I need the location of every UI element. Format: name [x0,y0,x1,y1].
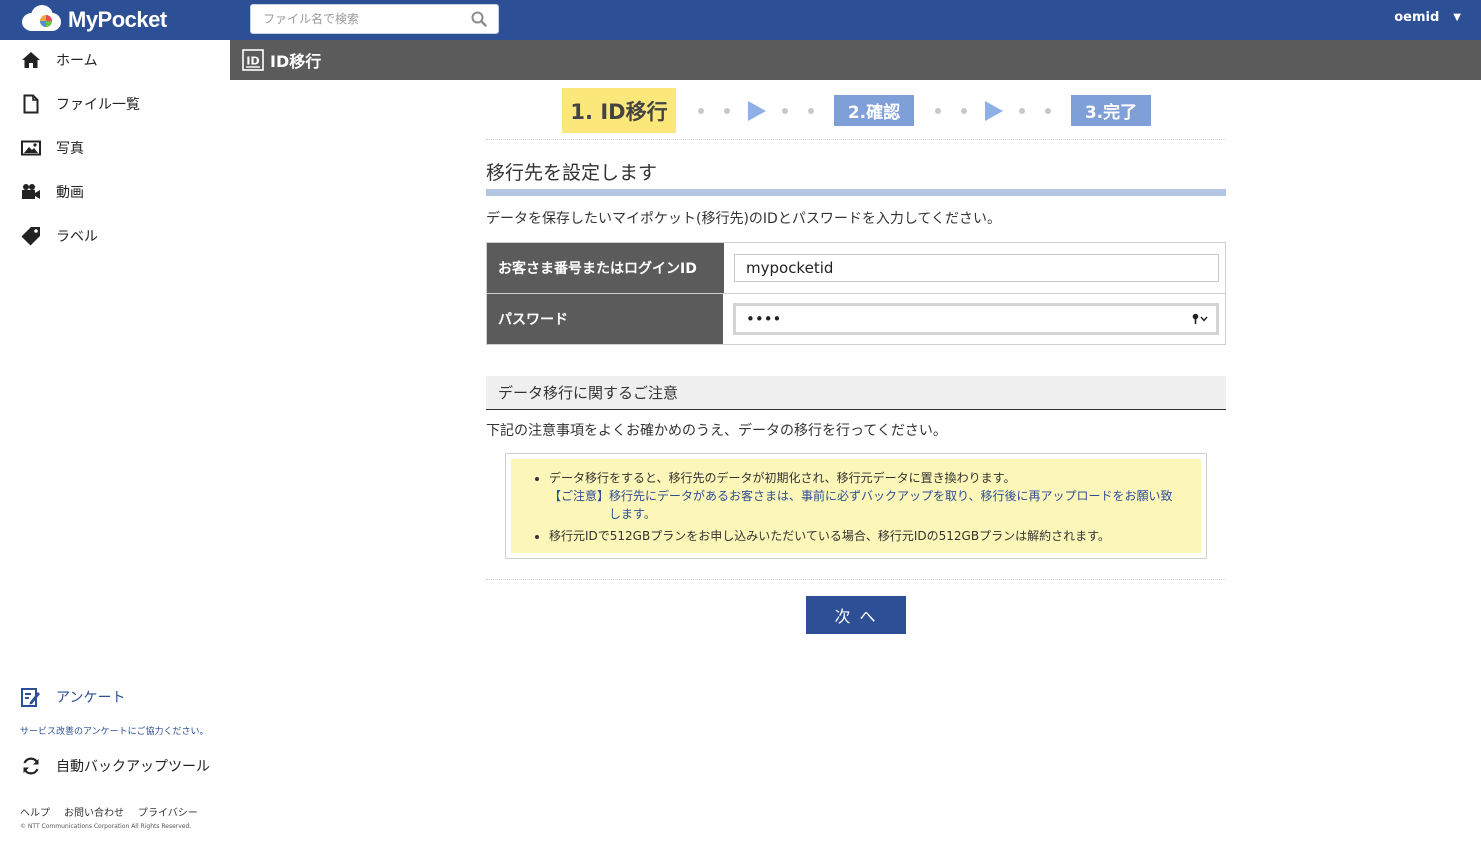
login-id-label: お客さま番号またはログインID [487,243,724,293]
intro-text: データを保存したいマイポケット(移行先)のIDとパスワードを入力してください。 [486,211,1001,227]
step-indicator: 1. ID移行 2.確認 3.完了 [486,88,1226,134]
step-dot [1019,108,1025,114]
step-3: 3.完了 [1071,95,1151,126]
step-dot [782,108,788,114]
file-icon [20,93,42,115]
caret-down-icon: ▼ [1453,11,1461,23]
page-title: ID移行 [270,52,322,71]
sidebar-item-photos[interactable]: 写真 [20,136,84,160]
page-header: ID ID移行 [230,40,1481,80]
section-title: 移行先を設定します [486,162,658,184]
search-icon[interactable] [466,6,492,32]
step-1-current: 1. ID移行 [562,88,676,133]
search-box [250,4,499,34]
notice-item-text: 移行元IDで512GBプランをお申し込みいただいている場合、移行元IDの512G… [549,529,1110,543]
user-name: oemid [1394,9,1440,25]
home-icon [20,49,42,71]
notice-warning-text: 移行先にデータがあるお客さまは、事前に必ずバックアップを取り、移行後に再アップロ… [609,489,1173,521]
cloud-logo-icon [20,4,62,36]
step-dot [935,108,941,114]
logo[interactable]: MyPocket [20,5,167,35]
password-input[interactable]: •••• [733,303,1219,335]
help-link[interactable]: ヘルプ [20,804,50,819]
survey-note[interactable]: サービス改善のアンケートにご協力ください。 [20,724,208,737]
step-2: 2.確認 [834,95,914,126]
notice-lead: 下記の注意事項をよくお確かめのうえ、データの移行を行ってください。 [486,423,947,439]
sidebar-item-label: 写真 [56,141,84,157]
notice-item-text: データ移行をすると、移行先のデータが初期化され、移行元データに置き換わります。 [549,471,1016,485]
section-underline [486,189,1226,196]
top-bar: MyPocket oemid ▼ [0,0,1481,40]
privacy-link[interactable]: プライバシー [138,804,198,819]
step-arrow-icon [985,101,1003,121]
sidebar-item-label: アンケート [56,690,126,706]
copyright: © NTT Communications Corporation All Rig… [20,823,192,830]
notice-item: 移行元IDで512GBプランをお申し込みいただいている場合、移行元IDの512G… [549,527,1181,545]
survey-edit-icon [20,686,42,708]
sidebar-item-label: ホーム [56,53,98,69]
sync-icon [20,755,42,777]
sidebar-item-backup-tool[interactable]: 自動バックアップツール [20,754,210,778]
sidebar-item-label: 自動バックアップツール [56,759,210,775]
photo-icon [20,137,42,159]
sidebar-item-label: 動画 [56,185,84,201]
next-button[interactable]: 次 へ [806,596,906,634]
sidebar-item-videos[interactable]: 動画 [20,180,84,204]
id-card-icon: ID [242,49,264,71]
notice-item: データ移行をすると、移行先のデータが初期化され、移行元データに置き換わります。 … [549,469,1181,523]
svg-text:ID: ID [246,55,259,68]
divider [486,139,1226,140]
form-row-password: パスワード •••• [487,293,1225,344]
sidebar-item-survey[interactable]: アンケート [20,685,125,709]
contact-link[interactable]: お問い合わせ [64,804,124,819]
footer-links: ヘルプ お問い合わせ プライバシー [20,804,198,819]
login-id-input[interactable]: mypocketid [734,254,1219,282]
user-menu[interactable]: oemid ▼ [1394,0,1461,34]
notice-box: データ移行をすると、移行先のデータが初期化され、移行元データに置き換わります。 … [505,453,1207,559]
sidebar-item-label: ラベル [56,229,98,245]
step-dot [961,108,967,114]
password-value: •••• [746,310,782,328]
key-autofill-icon[interactable] [1192,313,1208,325]
step-arrow-icon [748,101,766,121]
notice-title: データ移行に関するご注意 [486,376,1226,410]
migration-form: お客さま番号またはログインID mypocketid パスワード •••• [486,242,1226,345]
step-dot [724,108,730,114]
sidebar-item-labels[interactable]: ラベル [20,224,98,248]
sidebar-item-files[interactable]: ファイル一覧 [20,92,140,116]
step-dot [698,108,704,114]
video-camera-icon [20,181,42,203]
step-dot [1045,108,1051,114]
sidebar-item-label: ファイル一覧 [56,97,140,113]
password-label: パスワード [487,294,723,344]
sidebar: ホーム ファイル一覧 写真 動画 ラベル アンケート サービス改善のアンケートに… [0,40,230,848]
divider [486,579,1226,580]
step-dot [808,108,814,114]
logo-text: MyPocket [68,7,167,32]
form-row-login: お客さま番号またはログインID mypocketid [487,243,1225,293]
notice-warning-label: 【ご注意】 [549,489,610,503]
search-input[interactable] [251,6,466,32]
sidebar-item-home[interactable]: ホーム [20,48,98,72]
tag-icon [20,225,42,247]
